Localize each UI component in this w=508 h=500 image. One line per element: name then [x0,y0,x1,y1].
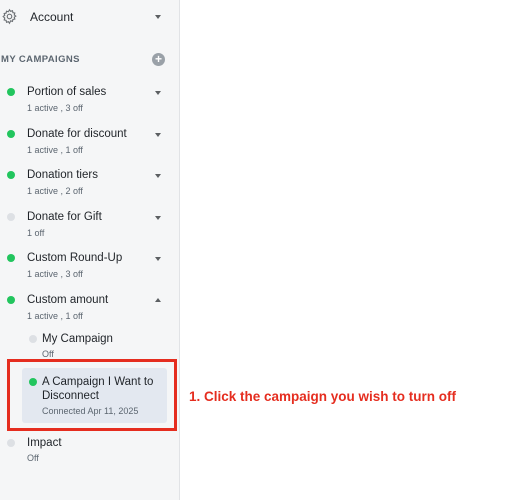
status-dot [7,296,15,304]
sidebar-item-label: Donation tiers [27,169,98,181]
sidebar-item-status: 1 active , 1 off [27,145,83,155]
status-dot [7,130,15,138]
chevron-down-icon[interactable] [155,174,161,178]
chevron-down-icon[interactable] [155,133,161,137]
sidebar-item-impact[interactable]: Impact Off [0,434,180,468]
status-dot [7,171,15,179]
status-dot [7,88,15,96]
sidebar-item-label: Donate for Gift [27,211,102,223]
status-dot [7,254,15,262]
sidebar-item-label: Custom Round-Up [27,252,123,264]
sidebar-item-label: Impact [27,437,62,449]
sidebar-item-status: 1 active , 3 off [27,269,83,279]
sidebar-item-portion-of-sales[interactable]: Portion of sales 1 active , 3 off [0,84,180,118]
status-dot [7,213,15,221]
sidebar-item-status: 1 off [27,228,45,238]
annotation-highlight-box [7,359,177,431]
add-campaign-button[interactable]: + [152,53,165,66]
chevron-down-icon[interactable] [155,15,161,19]
chevron-down-icon[interactable] [155,91,161,95]
sub-item-status: Off [42,349,54,359]
gear-icon [2,8,17,25]
sub-item-label: My Campaign [42,333,113,345]
section-title: MY CAMPAIGNS [1,54,80,65]
sidebar-item-status: 1 active , 1 off [27,311,83,321]
chevron-down-icon[interactable] [155,216,161,220]
status-dot [7,439,15,447]
account-menu[interactable]: Account [0,0,180,34]
status-dot [29,335,37,343]
sidebar-item-custom-round-up[interactable]: Custom Round-Up 1 active , 3 off [0,250,180,284]
sub-item-my-campaign[interactable]: My Campaign Off [22,330,172,360]
sidebar-item-label: Donate for discount [27,128,127,140]
sidebar-item-custom-amount[interactable]: Custom amount 1 active , 1 off [0,292,180,326]
sidebar-item-status: 1 active , 3 off [27,103,83,113]
account-label: Account [30,10,74,24]
sidebar-item-status: 1 active , 2 off [27,186,83,196]
sidebar-item-donation-tiers[interactable]: Donation tiers 1 active , 2 off [0,167,180,201]
chevron-down-icon[interactable] [155,257,161,261]
sidebar-item-label: Custom amount [27,294,109,306]
annotation-text: 1. Click the campaign you wish to turn o… [189,389,457,404]
sidebar-item-donate-for-gift[interactable]: Donate for Gift 1 off [0,209,180,243]
sidebar-item-label: Portion of sales [27,86,107,98]
sidebar-item-status: Off [27,453,39,463]
chevron-up-icon[interactable] [155,298,161,302]
sidebar-item-donate-for-discount[interactable]: Donate for discount 1 active , 1 off [0,126,180,160]
